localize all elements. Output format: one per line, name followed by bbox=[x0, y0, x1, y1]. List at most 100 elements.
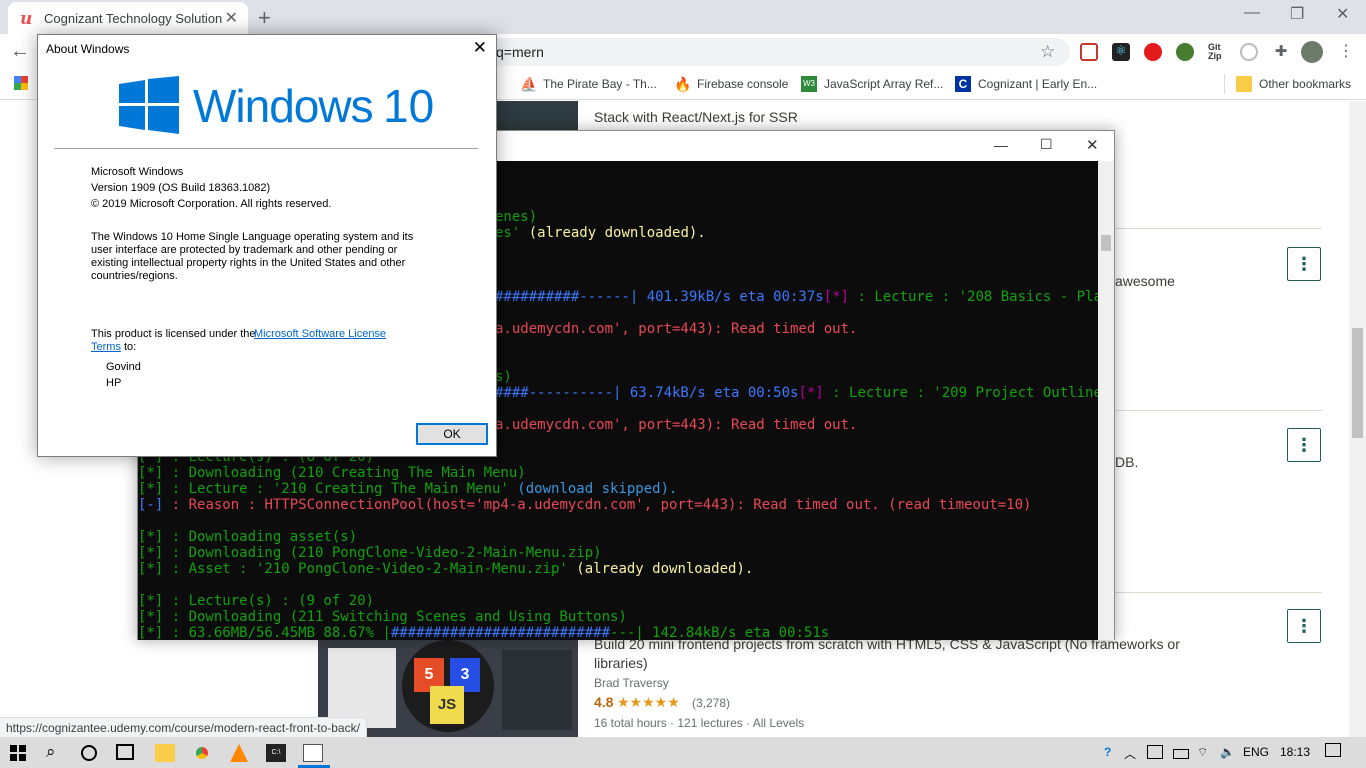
console-error: : Reason : HTTPSConnectionPool(host='mp4… bbox=[163, 497, 1032, 513]
course2-options-button[interactable]: ⋮ bbox=[1287, 247, 1321, 281]
cognizant-icon: C bbox=[955, 76, 971, 92]
clock[interactable]: 18:13 bbox=[1280, 745, 1310, 759]
language-indicator[interactable]: ENG bbox=[1243, 745, 1269, 759]
help-tray-icon[interactable]: ? bbox=[1104, 745, 1111, 759]
firebase-icon: 🔥 bbox=[674, 76, 692, 92]
dialog-close-icon[interactable]: ✕ bbox=[473, 38, 487, 58]
console-line: (download skipped). bbox=[508, 481, 678, 497]
copyright: © 2019 Microsoft Corporation. All rights… bbox=[91, 198, 332, 210]
dialog-divider bbox=[54, 148, 478, 149]
console-line: [*] : Downloading asset(s) bbox=[138, 529, 358, 545]
file-explorer-icon[interactable] bbox=[155, 744, 175, 762]
console-bracket: [*] bbox=[798, 385, 824, 401]
action-tray-icon[interactable] bbox=[1147, 745, 1163, 759]
console-line: [*] : Downloading (211 Switching Scenes … bbox=[138, 609, 627, 625]
course4-author: Brad Traversy bbox=[594, 676, 669, 690]
console-error: a.udemycdn.com', port=443): Read timed o… bbox=[495, 417, 858, 433]
address-text: q=mern bbox=[496, 44, 544, 60]
license-link[interactable]: Microsoft Software License bbox=[254, 328, 386, 341]
page-scrollbar-thumb[interactable] bbox=[1352, 328, 1363, 438]
restore-icon[interactable]: ❐ bbox=[1290, 4, 1304, 24]
bookmark-cognizant[interactable]: Cognizant | Early En... bbox=[978, 77, 1097, 91]
console-line: [*] : Lecture(s) : (9 of 20) bbox=[138, 593, 375, 609]
dialog-title: About Windows bbox=[46, 42, 130, 56]
console-line: s) bbox=[495, 369, 512, 385]
license-link-terms[interactable]: Terms bbox=[91, 341, 121, 354]
course3-options-button[interactable]: ⋮ bbox=[1287, 428, 1321, 462]
legal-paragraph: The Windows 10 Home Single Language oper… bbox=[91, 231, 414, 282]
show-hidden-icon[interactable]: ︿ bbox=[1124, 745, 1136, 762]
course4-rating: 4.8 bbox=[594, 694, 614, 710]
winver-taskbar-icon[interactable] bbox=[303, 744, 323, 762]
console-minimize-icon[interactable]: — bbox=[994, 137, 1008, 153]
battery-icon[interactable] bbox=[1173, 749, 1189, 759]
new-tab-icon[interactable]: + bbox=[258, 5, 271, 31]
tab-close-icon[interactable]: ✕ bbox=[225, 8, 238, 28]
udemy-favicon-icon: u bbox=[20, 9, 33, 29]
course4-options-button[interactable]: ⋮ bbox=[1287, 609, 1321, 643]
license-text: This product is licensed under the bbox=[91, 328, 256, 340]
javascript-icon: JS bbox=[430, 686, 464, 724]
console-scrollbar[interactable] bbox=[1098, 161, 1114, 640]
console-line: [*] : Downloading (210 PongClone-Video-2… bbox=[138, 545, 602, 561]
os-name: Microsoft Windows bbox=[91, 166, 184, 178]
console-maximize-icon[interactable]: ☐ bbox=[1040, 136, 1053, 153]
browser-tab[interactable]: u Cognizant Technology Solutions ✕ bbox=[8, 2, 248, 34]
volume-icon[interactable]: 🔈 bbox=[1220, 745, 1235, 759]
back-arrow-icon[interactable]: ← bbox=[10, 40, 30, 63]
clock-ext-icon[interactable] bbox=[1240, 43, 1258, 61]
gitzip-icon[interactable]: Git Zip bbox=[1208, 43, 1226, 61]
console-line: ---| 142.84kB/s eta 00:51s bbox=[610, 625, 830, 640]
cmd-icon[interactable]: C:\ bbox=[266, 744, 286, 762]
vlc-icon[interactable] bbox=[230, 744, 248, 762]
console-line: [*] : Lecture : '210 Creating The Main M… bbox=[138, 481, 509, 497]
bookmark-js-array[interactable]: JavaScript Array Ref... bbox=[824, 77, 943, 91]
tab-title: Cognizant Technology Solutions bbox=[44, 11, 222, 26]
console-line: [*] : Asset : '210 PongClone-Video-2-Mai… bbox=[138, 561, 568, 577]
chrome-taskbar-icon[interactable] bbox=[193, 744, 211, 762]
bookmarks-separator bbox=[1224, 74, 1225, 94]
notifications-icon[interactable] bbox=[1325, 743, 1341, 757]
console-progress: ##########------| 401.39kB/s eta 00:37s bbox=[495, 289, 824, 305]
course2-desc-fragment: awesome bbox=[1115, 273, 1175, 289]
wifi-icon[interactable]: ⌔ bbox=[1197, 745, 1208, 760]
console-bracket: [*] bbox=[823, 289, 850, 305]
extensions-puzzle-icon[interactable]: ✚ bbox=[1272, 43, 1290, 61]
pirate-ship-icon: ⛵ bbox=[520, 76, 538, 92]
license-to: to: bbox=[124, 341, 137, 353]
w3-icon: W3 bbox=[801, 76, 817, 92]
minimize-icon[interactable]: — bbox=[1244, 4, 1260, 22]
bookmark-other[interactable]: Other bookmarks bbox=[1259, 77, 1351, 91]
adblock-icon[interactable] bbox=[1144, 43, 1162, 61]
console-line: : Lecture : '209 Project Outline - P bbox=[832, 385, 1098, 401]
start-windows-icon[interactable] bbox=[10, 745, 26, 761]
search-icon[interactable]: ⌕ bbox=[46, 742, 56, 762]
bookmark-firebase[interactable]: Firebase console bbox=[697, 77, 788, 91]
react-devtools-icon[interactable]: ⚛ bbox=[1112, 43, 1130, 61]
pocket-ext-icon[interactable] bbox=[1080, 43, 1098, 61]
about-windows-dialog[interactable]: About Windows ✕ Windows 10 Microsoft Win… bbox=[37, 34, 497, 457]
menu-kebab-icon[interactable]: ⋮ bbox=[1338, 41, 1354, 61]
course4-desc: Build 20 mini frontend projects from scr… bbox=[594, 636, 1180, 671]
globe-ext-icon[interactable] bbox=[1176, 43, 1194, 61]
apps-grid-icon[interactable] bbox=[14, 76, 28, 90]
console-line: (already downloaded). bbox=[567, 561, 754, 577]
bookmark-star-icon[interactable]: ☆ bbox=[1040, 42, 1055, 62]
course1-thumbnail[interactable] bbox=[497, 101, 578, 131]
course4-stars: ★★★★★ bbox=[617, 694, 680, 710]
ok-button[interactable]: OK bbox=[416, 423, 488, 445]
profile-avatar[interactable] bbox=[1301, 41, 1323, 63]
close-window-icon[interactable]: ✕ bbox=[1336, 4, 1349, 24]
console-close-icon[interactable]: ✕ bbox=[1086, 136, 1099, 154]
cortana-icon[interactable] bbox=[81, 745, 97, 761]
console-bracket: [-] bbox=[138, 497, 164, 513]
console-scrollbar-thumb[interactable] bbox=[1101, 235, 1111, 251]
status-url: https://cognizantee.udemy.com/course/mod… bbox=[0, 717, 367, 739]
address-bar[interactable]: q=mern bbox=[480, 38, 1070, 66]
os-version: Version 1909 (OS Build 18363.1082) bbox=[91, 182, 271, 194]
course3-desc-fragment: DB. bbox=[1115, 454, 1139, 470]
bookmark-piratebay[interactable]: The Pirate Bay - Th... bbox=[543, 77, 657, 91]
task-view-icon[interactable] bbox=[116, 744, 134, 760]
windows-version-number: 10 bbox=[383, 80, 435, 132]
licensed-org: HP bbox=[106, 377, 122, 389]
